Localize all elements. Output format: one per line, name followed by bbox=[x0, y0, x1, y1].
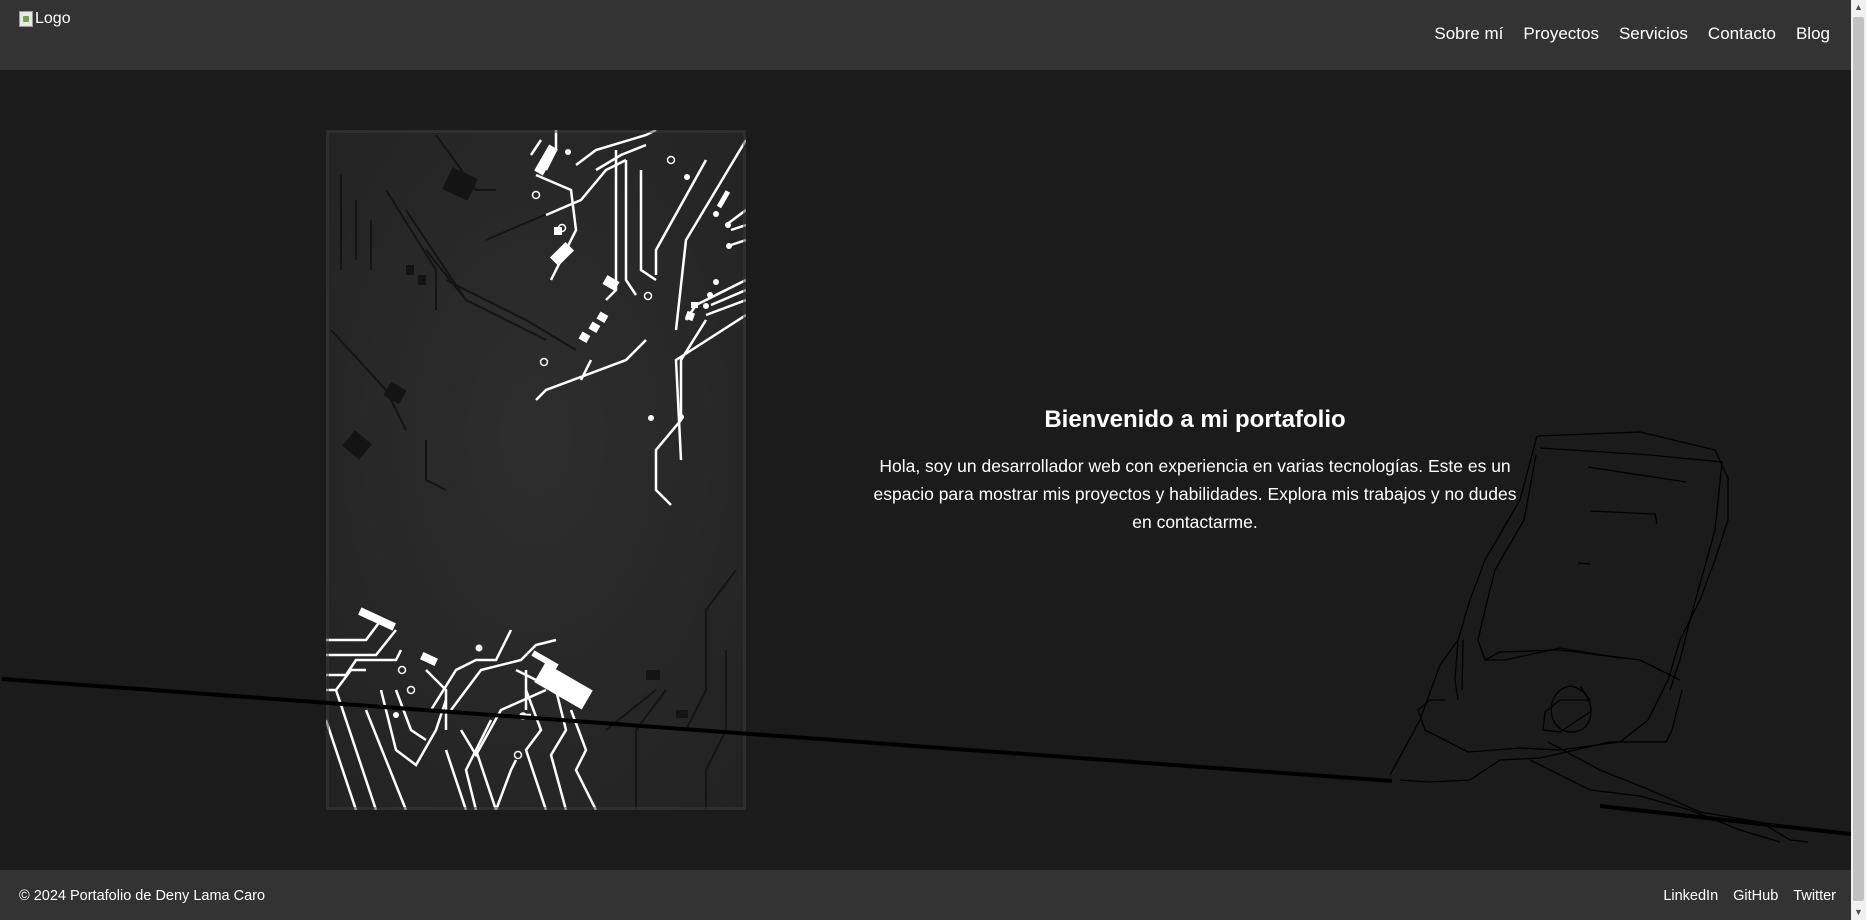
chevron-up-icon[interactable]: ▲ bbox=[1851, 0, 1866, 15]
broken-image-icon bbox=[19, 11, 33, 27]
hero-description: Hola, soy un desarrollador web con exper… bbox=[873, 456, 1517, 532]
nav-link-blog[interactable]: Blog bbox=[1796, 24, 1830, 44]
main-nav: Sobre mí Proyectos Servicios Contacto Bl… bbox=[1434, 24, 1830, 44]
social-link-github[interactable]: GitHub bbox=[1733, 888, 1778, 904]
social-link-linkedin[interactable]: LinkedIn bbox=[1663, 888, 1718, 904]
hero-section: Bienvenido a mi portafolio Hola, soy un … bbox=[0, 70, 1851, 870]
nav-link-contacto[interactable]: Contacto bbox=[1708, 24, 1776, 44]
scrollbar-thumb[interactable] bbox=[1853, 17, 1864, 901]
hero-content: Bienvenido a mi portafolio Hola, soy un … bbox=[870, 406, 1520, 536]
circuit-board-image bbox=[326, 130, 746, 810]
social-link-twitter[interactable]: Twitter bbox=[1793, 888, 1836, 904]
vertical-scrollbar[interactable]: ▲ ▼ bbox=[1851, 0, 1866, 920]
hero-title: Bienvenido a mi portafolio bbox=[1044, 406, 1346, 433]
site-header: Logo Sobre mí Proyectos Servicios Contac… bbox=[0, 0, 1851, 70]
site-footer: © 2024 Portafolio de Deny Lama Caro Link… bbox=[0, 870, 1851, 920]
nav-link-proyectos[interactable]: Proyectos bbox=[1523, 24, 1599, 44]
logo-alt-text: Logo bbox=[35, 10, 71, 27]
hero-image bbox=[326, 130, 746, 810]
chevron-down-icon[interactable]: ▼ bbox=[1851, 905, 1866, 920]
copyright-text: © 2024 Portafolio de Deny Lama Caro bbox=[19, 888, 266, 904]
social-links: LinkedIn GitHub Twitter bbox=[1663, 888, 1836, 904]
logo[interactable]: Logo bbox=[19, 10, 71, 28]
nav-link-servicios[interactable]: Servicios bbox=[1619, 24, 1688, 44]
nav-link-sobre-mi[interactable]: Sobre mí bbox=[1434, 24, 1503, 44]
